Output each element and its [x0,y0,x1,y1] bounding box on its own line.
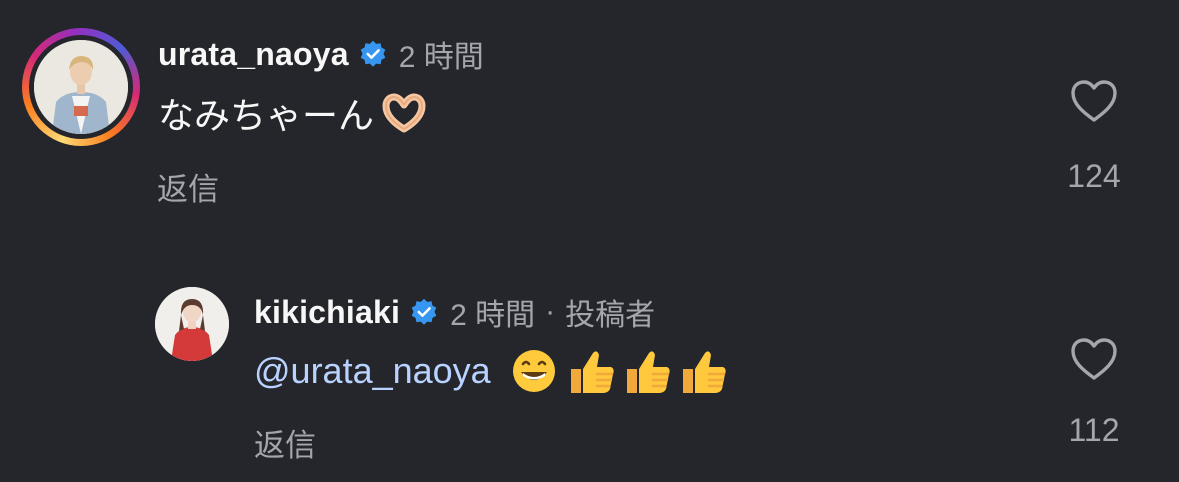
comment-body: なみちゃーん [158,95,375,136]
heart-icon[interactable] [1069,78,1119,124]
avatar[interactable] [155,287,229,361]
like-control: 112 [1044,336,1144,449]
username[interactable]: urata_naoya [158,36,349,73]
timestamp: 2 時間 [450,299,536,332]
comment-header: kikichiaki 2 時間 · 投稿者 [254,292,656,333]
like-count: 124 [1067,158,1121,194]
mention-link[interactable]: @urata_naoya [254,350,491,392]
comment-header: urata_naoya 2 時間 [158,34,484,75]
timestamp: 2 時間 [398,41,484,74]
thumbs-up-emoji-icon [682,351,726,393]
comment-item: urata_naoya 2 時間 なみちゃーん 返信 124 [0,0,1179,240]
reply-button[interactable]: 返信 [254,420,316,465]
heart-icon[interactable] [1069,336,1119,382]
like-control: 124 [1044,78,1144,195]
reply-button[interactable]: 返信 [157,164,219,209]
separator-dot: · [545,295,556,328]
verified-badge-icon [411,298,437,325]
avatar[interactable] [34,40,128,134]
thumbs-up-emoji-icon [570,351,614,393]
comment-text: なみちゃーん [158,88,426,138]
verified-badge-icon [360,40,386,67]
username[interactable]: kikichiaki [254,294,400,331]
grinning-face-emoji-icon [512,350,555,392]
reply-comment-item: kikichiaki 2 時間 · 投稿者 @urata_naoya 返信 11… [0,258,1179,482]
comment-text: @urata_naoya [254,346,729,396]
heart-hands-emoji-icon [382,93,426,133]
thumbs-up-emoji-icon [626,351,670,393]
author-label: 投稿者 [565,299,656,332]
like-count: 112 [1068,412,1120,448]
